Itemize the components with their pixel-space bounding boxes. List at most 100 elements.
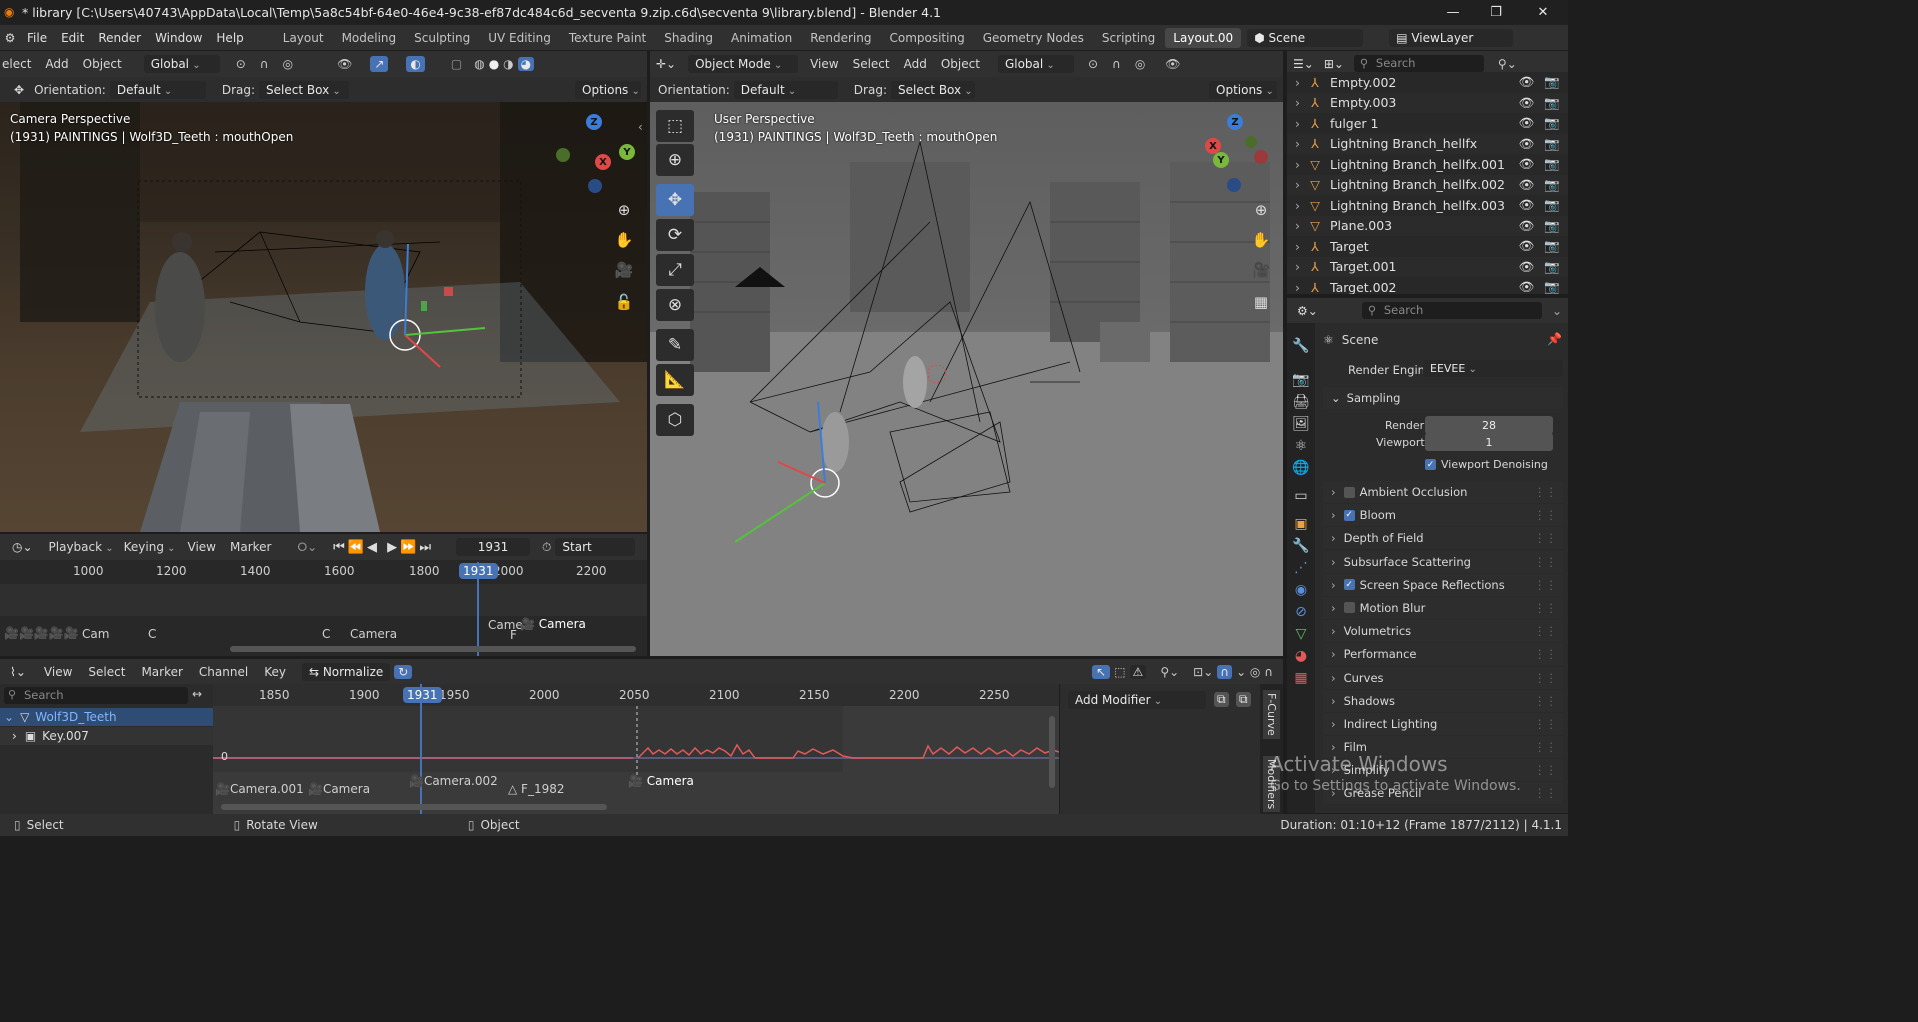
visibility-eye-icon[interactable]: 👁 bbox=[1519, 197, 1535, 213]
drag-handle-icon[interactable]: ⋮⋮ bbox=[1534, 786, 1557, 800]
zoom-icon[interactable]: ⊕ bbox=[1247, 196, 1275, 224]
left-sidebar-toggle-icon[interactable]: ‹ bbox=[638, 120, 643, 134]
lock-icon[interactable]: 🔓 bbox=[610, 288, 638, 316]
drag-handle-icon[interactable]: ⋮⋮ bbox=[1534, 578, 1557, 592]
playback-controls[interactable]: ⏮⏪◀ ▶⏩⏭ bbox=[333, 540, 434, 555]
expand-icon[interactable]: › bbox=[1295, 239, 1300, 254]
visibility-icon[interactable]: 👁 bbox=[1165, 57, 1180, 71]
menu-render[interactable]: Render bbox=[91, 31, 148, 45]
modifiers-tab-icon[interactable]: 🔧 bbox=[1287, 535, 1315, 557]
constraints-tab-icon[interactable]: ⊘ bbox=[1287, 601, 1315, 623]
outliner-search-input[interactable]: ⚲ Search bbox=[1353, 55, 1484, 72]
shading-solid-icon[interactable]: ● bbox=[489, 57, 499, 71]
property-section[interactable]: › Grease Pencil ⋮⋮ bbox=[1323, 782, 1563, 806]
material-tab-icon[interactable]: ◕ bbox=[1287, 645, 1315, 667]
shading-material-icon[interactable]: ◑ bbox=[503, 57, 513, 71]
gizmo-neg-x-icon[interactable] bbox=[1254, 150, 1268, 164]
property-section[interactable]: › Volumetrics ⋮⋮ bbox=[1323, 620, 1563, 644]
timeline-marker[interactable]: Came bbox=[488, 618, 523, 632]
visibility-eye-icon[interactable]: 👁 bbox=[1519, 259, 1535, 275]
render-camera-icon[interactable]: 📷 bbox=[1544, 74, 1560, 90]
timeline-marker[interactable]: F bbox=[510, 628, 517, 642]
proportional-edit-icon[interactable]: ◎ bbox=[283, 57, 293, 71]
gizmo-x-icon[interactable]: X bbox=[595, 154, 611, 170]
scene-tab-icon[interactable]: ⚛ bbox=[1287, 435, 1315, 457]
property-section[interactable]: › Ambient Occlusion ⋮⋮ bbox=[1323, 481, 1563, 504]
visibility-eye-icon[interactable]: 👁 bbox=[1519, 279, 1535, 294]
gizmo-toggle[interactable]: ↗ bbox=[370, 56, 389, 72]
tab-geometry-nodes[interactable]: Geometry Nodes bbox=[975, 28, 1092, 48]
blender-menu-icon[interactable]: ⚙ bbox=[0, 31, 20, 45]
drag-handle-icon[interactable]: ⋮⋮ bbox=[1534, 624, 1557, 638]
annotate-tool-icon[interactable]: ✎ bbox=[656, 329, 694, 361]
outliner-editor-icon[interactable]: ☰⌄ bbox=[1293, 57, 1314, 71]
mode-dropdown[interactable]: Object Mode bbox=[688, 55, 799, 73]
timeline-marker[interactable]: Camera bbox=[350, 627, 397, 641]
tab-fcurve[interactable]: F-Curve bbox=[1263, 690, 1280, 739]
drag-dropdown[interactable]: Select Box bbox=[890, 80, 975, 99]
transform-orientation-dropdown[interactable]: Global bbox=[143, 55, 220, 73]
left-nav-gizmo[interactable]: Z Y X bbox=[553, 114, 643, 204]
right-nav-gizmo[interactable]: Z X Y bbox=[1195, 114, 1283, 204]
editor-type-icon[interactable]: ✛⌄ bbox=[656, 57, 676, 71]
collapse-icon[interactable]: ⌄ bbox=[4, 710, 14, 724]
drag-handle-icon[interactable]: ⋮⋮ bbox=[1534, 763, 1557, 777]
transform-orientation-dropdown[interactable]: Global bbox=[997, 55, 1074, 73]
menu-select[interactable]: Select bbox=[853, 57, 890, 71]
zoom-icon[interactable]: ⊕ bbox=[610, 196, 638, 224]
property-section[interactable]: › Simplify ⋮⋮ bbox=[1323, 759, 1563, 783]
channel-object-row[interactable]: ⌄ ▽ Wolf3D_Teeth bbox=[0, 708, 213, 726]
gizmo-neg-z-icon[interactable] bbox=[588, 179, 602, 193]
cursor-tool-icon[interactable]: ⊕ bbox=[656, 144, 694, 176]
drag-handle-icon[interactable]: ⋮⋮ bbox=[1534, 740, 1557, 754]
visibility-eye-icon[interactable]: 👁 bbox=[1519, 177, 1535, 193]
camera-view-icon[interactable]: 🎥 bbox=[1247, 256, 1275, 284]
property-section[interactable]: › Performance ⋮⋮ bbox=[1323, 643, 1563, 667]
pivot-point-icon[interactable]: ⊡⌄ bbox=[1193, 665, 1213, 679]
tab-sculpting[interactable]: Sculpting bbox=[406, 28, 478, 48]
property-section[interactable]: › Motion Blur ⋮⋮ bbox=[1323, 596, 1563, 620]
proportional-edit-icon[interactable]: ◎ bbox=[1135, 57, 1145, 71]
render-camera-icon[interactable]: 📷 bbox=[1544, 177, 1560, 193]
expand-icon[interactable]: › bbox=[1295, 280, 1300, 294]
paste-modifiers-icon[interactable]: ⧉ bbox=[1236, 692, 1251, 707]
overlay-toggle[interactable]: ◐ bbox=[406, 56, 425, 72]
graph-marker-active[interactable]: 🎥 Camera bbox=[628, 774, 694, 788]
rotate-tool-icon[interactable]: ⟳ bbox=[656, 219, 694, 251]
render-camera-icon[interactable]: 📷 bbox=[1544, 156, 1560, 172]
property-section[interactable]: › Subsurface Scattering ⋮⋮ bbox=[1323, 550, 1563, 574]
render-engine-dropdown[interactable]: EEVEE bbox=[1423, 360, 1563, 377]
drag-handle-icon[interactable]: ⋮⋮ bbox=[1534, 694, 1557, 708]
visibility-eye-icon[interactable]: 👁 bbox=[1519, 115, 1535, 131]
gizmo-neg-y-icon[interactable] bbox=[1245, 136, 1257, 148]
pivot-icon[interactable]: ⊙ bbox=[236, 57, 246, 71]
outliner-item[interactable]: › ⅄ Empty.002 👁 📷 bbox=[1287, 72, 1568, 93]
normalize-toggle[interactable]: ⇆ Normalize bbox=[301, 662, 391, 681]
render-camera-icon[interactable]: 📷 bbox=[1544, 197, 1560, 213]
clock-icon[interactable]: ⏱ bbox=[542, 540, 551, 555]
drag-handle-icon[interactable]: ⋮⋮ bbox=[1534, 508, 1557, 522]
tab-animation[interactable]: Animation bbox=[723, 28, 800, 48]
tab-shading[interactable]: Shading bbox=[656, 28, 721, 48]
drag-handle-icon[interactable]: ⋮⋮ bbox=[1534, 647, 1557, 661]
properties-editor-icon[interactable]: ⚙⌄ bbox=[1297, 304, 1318, 318]
timeline-marker[interactable]: Cam bbox=[82, 627, 109, 641]
graph-marker-1[interactable]: 🎥Camera.001 bbox=[215, 782, 304, 796]
tab-texture-paint[interactable]: Texture Paint bbox=[561, 28, 654, 48]
options-dropdown[interactable]: Options bbox=[1209, 80, 1277, 99]
copy-modifiers-icon[interactable]: ⧉ bbox=[1214, 692, 1229, 707]
render-camera-icon[interactable]: 📷 bbox=[1544, 115, 1560, 131]
ortho-grid-icon[interactable]: ▦ bbox=[1247, 288, 1275, 316]
graph-vscrollbar[interactable] bbox=[1049, 716, 1055, 788]
snap-icon[interactable]: ∩ bbox=[260, 57, 269, 71]
property-section[interactable]: › Film ⋮⋮ bbox=[1323, 736, 1563, 760]
outliner-item[interactable]: › ⅄ Target 👁 📷 bbox=[1287, 236, 1568, 257]
section-checkbox[interactable] bbox=[1343, 602, 1355, 614]
measure-tool-icon[interactable]: 📐 bbox=[656, 364, 694, 396]
gizmo-neg-z-icon[interactable] bbox=[1227, 178, 1241, 192]
graph-marker-3[interactable]: 🎥Camera.002 bbox=[409, 774, 498, 788]
view-layer-tab-icon[interactable]: 🖼 bbox=[1287, 413, 1315, 435]
timeline-scrollbar[interactable] bbox=[230, 646, 636, 652]
render-samples-field[interactable]: 28 bbox=[1425, 416, 1553, 434]
show-hidden-icon[interactable]: ⬚ bbox=[1114, 665, 1125, 679]
